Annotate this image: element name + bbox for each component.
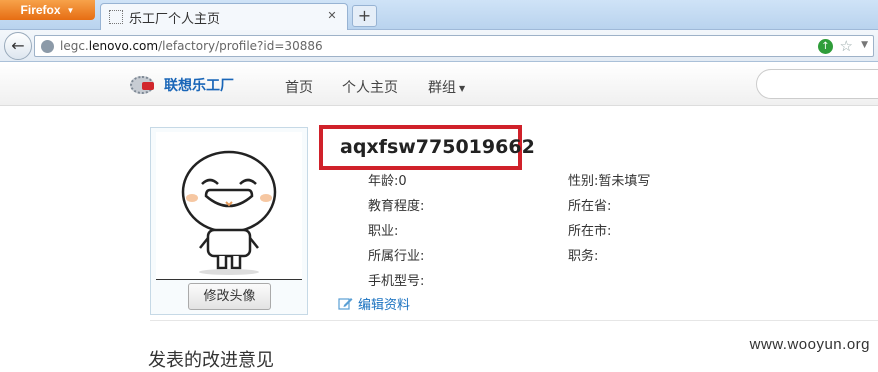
logo-text: 联想乐工厂 — [164, 78, 234, 94]
back-arrow-icon: ← — [11, 36, 25, 55]
site-logo[interactable]: 联想乐工厂 — [126, 70, 234, 100]
logo-mark-icon — [126, 70, 160, 100]
edit-profile-link[interactable]: 编辑资料 — [338, 294, 410, 313]
url-prefix: legc. — [60, 39, 89, 53]
go-arrow-icon[interactable]: ↑ — [818, 39, 833, 54]
tab-title: 乐工厂个人主页 — [129, 11, 221, 27]
change-avatar-button[interactable]: 修改头像 — [188, 283, 271, 310]
username-highlight-box: aqxfsw775019662 — [319, 125, 535, 170]
field-education: 教育程度: — [368, 199, 425, 214]
field-province: 所在省: — [568, 199, 612, 214]
globe-icon — [41, 39, 54, 53]
browser-tab[interactable]: 乐工厂个人主页 ✕ — [100, 3, 348, 30]
edit-profile-label: 编辑资料 — [358, 298, 411, 313]
bookmark-star-icon[interactable]: ☆ — [840, 37, 853, 55]
section-title: 发表的改进意见 — [148, 350, 274, 371]
nav-groups-label: 群组 — [428, 80, 456, 96]
site-search-input[interactable] — [756, 69, 878, 99]
field-gender: 性别:暂未填写 — [568, 174, 651, 189]
nav-profile[interactable]: 个人主页 — [342, 77, 398, 97]
avatar-card: 修改头像 — [150, 127, 308, 315]
edit-pencil-icon — [338, 298, 353, 310]
page-favicon-icon — [109, 10, 123, 24]
url-bar[interactable]: legc. lenovo.com/lefactory/profile?id=308… — [34, 35, 874, 57]
field-phone-model: 手机型号: — [368, 274, 425, 289]
firefox-menu-button[interactable]: Firefox ▼ — [0, 0, 95, 20]
field-city: 所在市: — [568, 224, 612, 239]
new-tab-button[interactable]: + — [352, 5, 377, 27]
url-host: lenovo.com — [88, 39, 159, 53]
back-button[interactable]: ← — [4, 32, 32, 60]
browser-navbar: ← legc. lenovo.com/lefactory/profile?id=3… — [0, 30, 878, 62]
watermark: www.wooyun.org — [749, 336, 870, 353]
section-divider — [150, 320, 878, 321]
firefox-menu-label: Firefox — [20, 3, 61, 17]
caret-down-icon: ▼ — [459, 83, 466, 93]
nav-home[interactable]: 首页 — [285, 77, 313, 97]
url-dropdown-icon[interactable]: ▼ — [861, 40, 868, 50]
close-tab-icon[interactable]: ✕ — [325, 9, 339, 23]
nav-groups[interactable]: 群组 ▼ — [428, 77, 465, 97]
avatar-smiley-illustration — [181, 150, 277, 275]
avatar — [156, 132, 302, 280]
chevron-down-icon: ▼ — [66, 5, 75, 15]
username: aqxfsw775019662 — [340, 136, 535, 158]
field-industry: 所属行业: — [368, 249, 425, 264]
site-header: 联想乐工厂 首页 个人主页 群组 ▼ — [0, 63, 878, 106]
field-age: 年龄:0 — [368, 174, 407, 189]
url-path: /lefactory/profile?id=30886 — [158, 39, 323, 53]
field-position: 职务: — [568, 249, 599, 264]
field-occupation: 职业: — [368, 224, 399, 239]
